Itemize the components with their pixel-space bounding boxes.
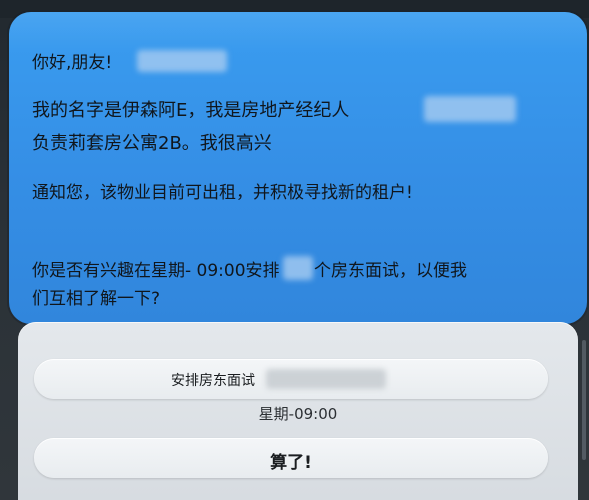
arrange-interview-label: 安排房东面试 [171, 373, 255, 389]
arrange-interview-button[interactable]: 安排房东面试 [34, 359, 548, 399]
bubble-gloss [9, 12, 587, 52]
scrollbar[interactable] [582, 340, 586, 460]
redacted-count [283, 256, 313, 280]
redacted-agency [424, 96, 516, 122]
intro-line-1: 我的名字是伊森阿E，我是房地产经纪人 [32, 100, 350, 121]
question-line-1-tail: 个房东面试，以便我 [314, 261, 467, 281]
screen: 你好,朋友! 我的名字是伊森阿E，我是房地产经纪人 负责莉套房公寓2B。我很高兴… [0, 0, 589, 500]
dismiss-label: 算了! [270, 453, 312, 473]
message-bubble: 你好,朋友! 我的名字是伊森阿E，我是房地产经纪人 负责莉套房公寓2B。我很高兴… [9, 12, 587, 324]
action-sheet: 安排房东面试 星期-09:00 算了! [18, 322, 578, 500]
question-line-1: 你是否有兴趣在星期- 09:00安排 [32, 261, 280, 281]
dismiss-button[interactable]: 算了! [34, 438, 548, 478]
time-subtitle: 星期-09:00 [258, 405, 338, 423]
question-line-2: 们互相了解一下? [32, 289, 161, 309]
notice-text: 通知您，该物业目前可出租，并积极寻找新的租户! [32, 183, 413, 203]
greeting-text: 你好,朋友! [32, 53, 113, 73]
redacted-name [137, 50, 227, 72]
redacted-landlord [266, 369, 386, 389]
intro-line-2: 负责莉套房公寓2B。我很高兴 [32, 133, 272, 154]
